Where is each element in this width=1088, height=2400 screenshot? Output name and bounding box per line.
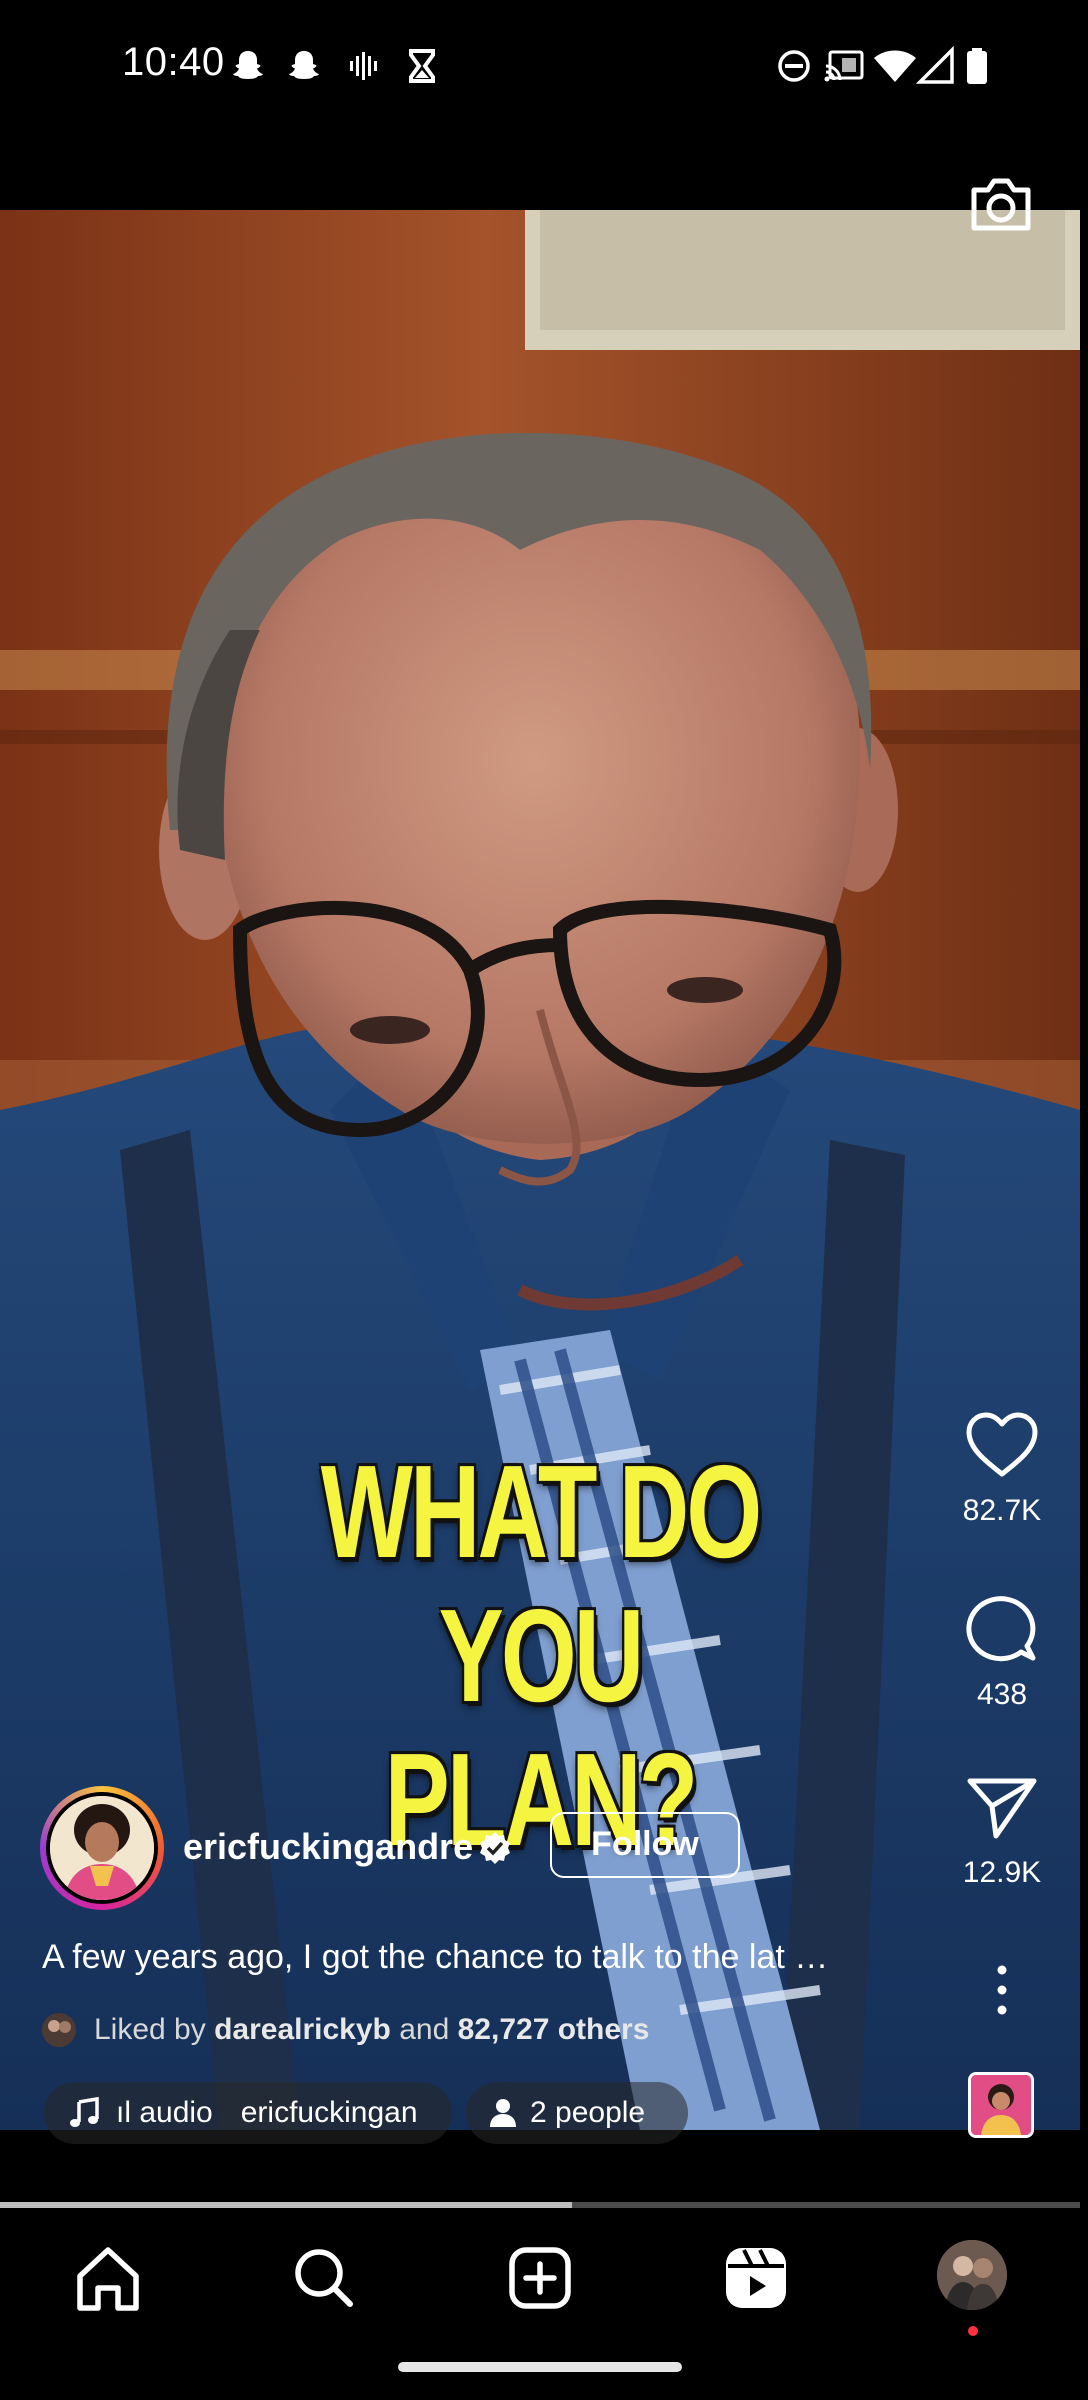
- liked-others[interactable]: 82,727 others: [458, 2013, 650, 2047]
- follow-button[interactable]: Follow: [550, 1812, 740, 1878]
- search-icon[interactable]: [284, 2238, 364, 2318]
- liked-and: and: [399, 2013, 450, 2046]
- people-label: 2 people: [530, 2096, 646, 2129]
- video-caption-line1: WHAT DO YOU: [320, 1438, 763, 1729]
- comment-icon[interactable]: [965, 1592, 1039, 1664]
- author-avatar[interactable]: [40, 1786, 164, 1910]
- more-options-icon[interactable]: [984, 1960, 1020, 2020]
- home-indicator[interactable]: [398, 2362, 682, 2372]
- signal-icon: [916, 46, 954, 84]
- profile-avatar[interactable]: [937, 2240, 1007, 2310]
- audio-thumbnail-image: [971, 2075, 1031, 2135]
- reels-icon[interactable]: [716, 2238, 796, 2318]
- post-caption[interactable]: A few years ago, I got the chance to tal…: [42, 1938, 828, 1977]
- notification-dot: [968, 2326, 978, 2336]
- share-action[interactable]: 12.9K: [950, 1776, 1054, 1890]
- audio-thumbnail[interactable]: [968, 2072, 1034, 2138]
- author-username[interactable]: ericfuckingandre: [183, 1826, 473, 1868]
- cast-icon: [824, 50, 864, 82]
- comment-action[interactable]: 438: [950, 1592, 1054, 1712]
- liked-by-row[interactable]: Liked by darealrickyb and 82,727 others: [42, 2010, 649, 2050]
- do-not-disturb-icon: [778, 50, 810, 82]
- tagged-people-chip[interactable]: 2 people: [466, 2082, 688, 2144]
- audio-label: ıl audio: [116, 2096, 213, 2129]
- voicemail-icon: [350, 52, 377, 80]
- comment-count: 438: [976, 1678, 1028, 1711]
- snapchat-icon: [289, 51, 319, 79]
- battery-icon: [967, 48, 987, 84]
- home-icon[interactable]: [68, 2238, 148, 2318]
- author-avatar-image: [50, 1796, 154, 1900]
- video-caption-overlay: WHAT DO YOU PLAN?: [229, 1440, 851, 1872]
- camera-icon[interactable]: [966, 168, 1036, 238]
- music-note-icon: [70, 2096, 99, 2127]
- create-icon[interactable]: [500, 2238, 580, 2318]
- person-icon: [490, 2099, 516, 2127]
- audio-chip[interactable]: ıl audio ericfuckingan: [44, 2082, 452, 2144]
- status-time: 10:40: [122, 40, 225, 84]
- liked-prefix: Liked by: [94, 2013, 206, 2046]
- wifi-icon: [874, 50, 916, 82]
- liked-user[interactable]: darealrickyb: [214, 2013, 391, 2047]
- like-action[interactable]: 82.7K: [950, 1410, 1054, 1528]
- liker-avatar: [42, 2013, 76, 2047]
- profile-avatar-image: [937, 2240, 1007, 2310]
- verified-badge-icon: [480, 1832, 510, 1864]
- audio-user: ericfuckingan: [240, 2096, 418, 2129]
- hourglass-icon: [409, 49, 435, 83]
- send-icon[interactable]: [966, 1776, 1038, 1842]
- status-bar: 10:40: [0, 0, 1088, 135]
- like-count: 82.7K: [962, 1494, 1042, 1527]
- share-count: 12.9K: [962, 1856, 1042, 1889]
- snapchat-icon: [233, 51, 263, 79]
- heart-icon[interactable]: [964, 1410, 1040, 1480]
